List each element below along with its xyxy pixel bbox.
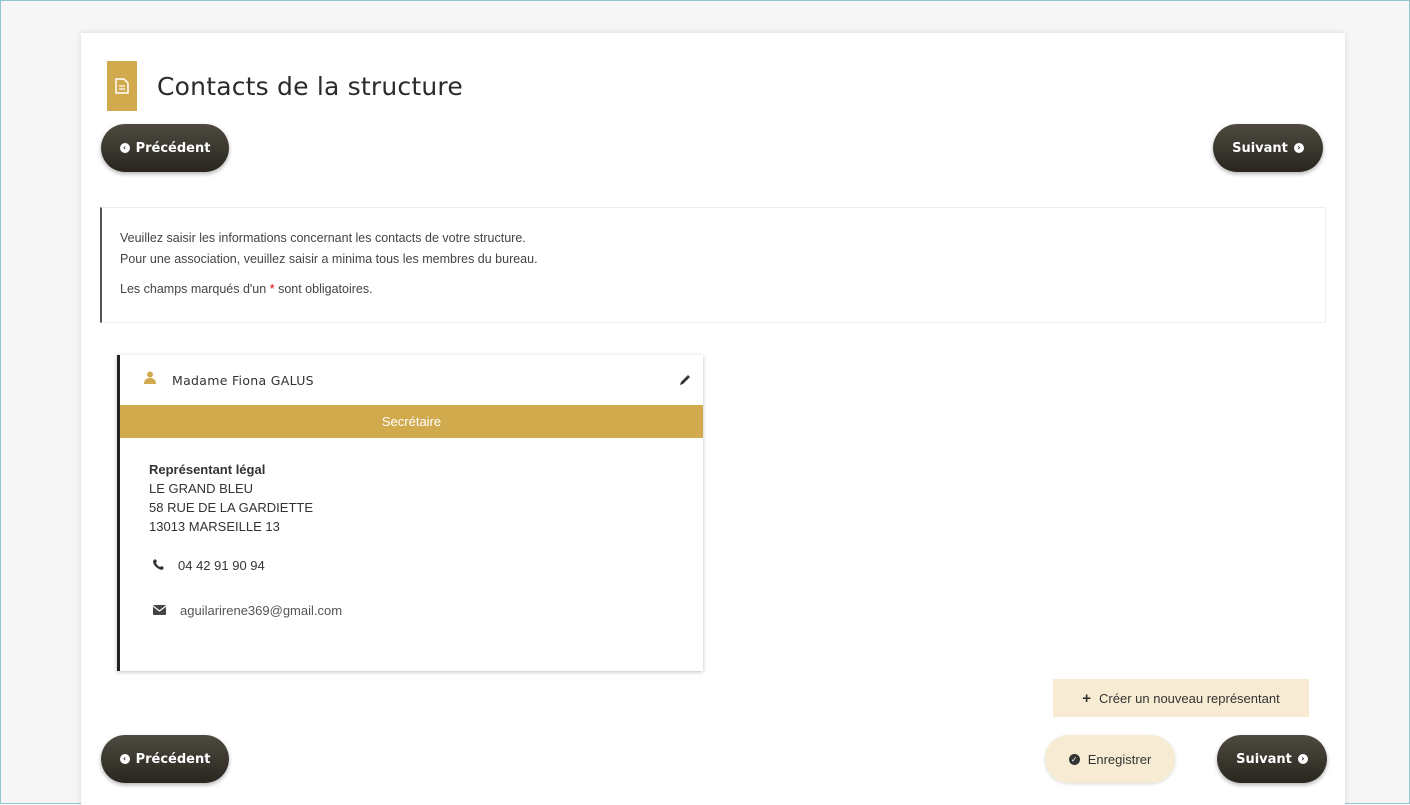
info-line-2: Pour une association, veuillez saisir a … bbox=[120, 252, 538, 266]
add-representative-label: Créer un nouveau représentant bbox=[1099, 690, 1280, 706]
arrow-left-circle-icon: ‹ bbox=[119, 143, 130, 153]
save-button[interactable]: ✓ Enregistrer bbox=[1045, 735, 1175, 783]
required-suffix: sont obligatoires. bbox=[278, 282, 373, 296]
previous-label: Précédent bbox=[135, 140, 211, 156]
contact-street: 58 RUE DE LA GARDIETTE bbox=[149, 500, 313, 515]
previous-button-bottom[interactable]: ‹ Précédent bbox=[101, 735, 229, 783]
save-label: Enregistrer bbox=[1087, 751, 1152, 767]
next-button-top[interactable]: Suivant › bbox=[1213, 124, 1323, 172]
contact-phone: 04 42 91 90 94 bbox=[178, 558, 265, 573]
previous-button-top[interactable]: ‹ Précédent bbox=[101, 124, 229, 172]
next-label: Suivant bbox=[1232, 140, 1288, 156]
required-prefix: Les champs marqués d'un bbox=[120, 282, 267, 296]
plus-icon: + bbox=[1082, 689, 1092, 707]
contact-type: Représentant légal bbox=[149, 462, 266, 477]
phone-icon bbox=[153, 558, 164, 573]
required-note: Les champs marqués d'un * sont obligatoi… bbox=[120, 279, 1325, 300]
contact-role-bar: Secrétaire bbox=[120, 405, 703, 438]
contact-email: aguilarirene369@gmail.com bbox=[180, 603, 343, 618]
add-representative-button[interactable]: + Créer un nouveau représentant bbox=[1053, 679, 1309, 717]
page-title: Contacts de la structure bbox=[157, 71, 463, 101]
previous-label: Précédent bbox=[135, 751, 211, 767]
page-frame: Contacts de la structure ‹ Précédent Sui… bbox=[0, 0, 1410, 805]
info-box: Veuillez saisir les informations concern… bbox=[100, 207, 1326, 323]
contact-city: 13013 MARSEILLE 13 bbox=[149, 519, 280, 534]
contact-email-row: aguilarirene369@gmail.com bbox=[152, 603, 703, 618]
page-header: Contacts de la structure bbox=[107, 61, 463, 111]
next-button-bottom[interactable]: Suivant › bbox=[1217, 735, 1327, 783]
next-label: Suivant bbox=[1236, 751, 1292, 767]
contact-card: Madame Fiona GALUS Secrétaire Représenta… bbox=[117, 355, 703, 671]
arrow-left-circle-icon: ‹ bbox=[119, 754, 130, 764]
user-icon bbox=[144, 371, 156, 389]
arrow-right-circle-icon: › bbox=[1293, 143, 1304, 153]
contact-name: Madame Fiona GALUS bbox=[172, 372, 314, 388]
required-star: * bbox=[269, 282, 275, 296]
document-icon bbox=[107, 61, 137, 111]
main-panel: Contacts de la structure ‹ Précédent Sui… bbox=[81, 33, 1345, 805]
arrow-right-circle-icon: › bbox=[1297, 754, 1308, 764]
check-circle-icon: ✓ bbox=[1068, 753, 1080, 765]
contact-card-header: Madame Fiona GALUS bbox=[120, 355, 703, 405]
contact-card-body: Représentant légal LE GRAND BLEU 58 RUE … bbox=[120, 438, 703, 618]
contact-phone-row: 04 42 91 90 94 bbox=[153, 558, 703, 573]
envelope-icon bbox=[152, 603, 167, 618]
edit-pencil-icon[interactable] bbox=[679, 373, 691, 391]
contact-org: LE GRAND BLEU bbox=[149, 481, 254, 496]
info-line-1: Veuillez saisir les informations concern… bbox=[120, 231, 526, 245]
